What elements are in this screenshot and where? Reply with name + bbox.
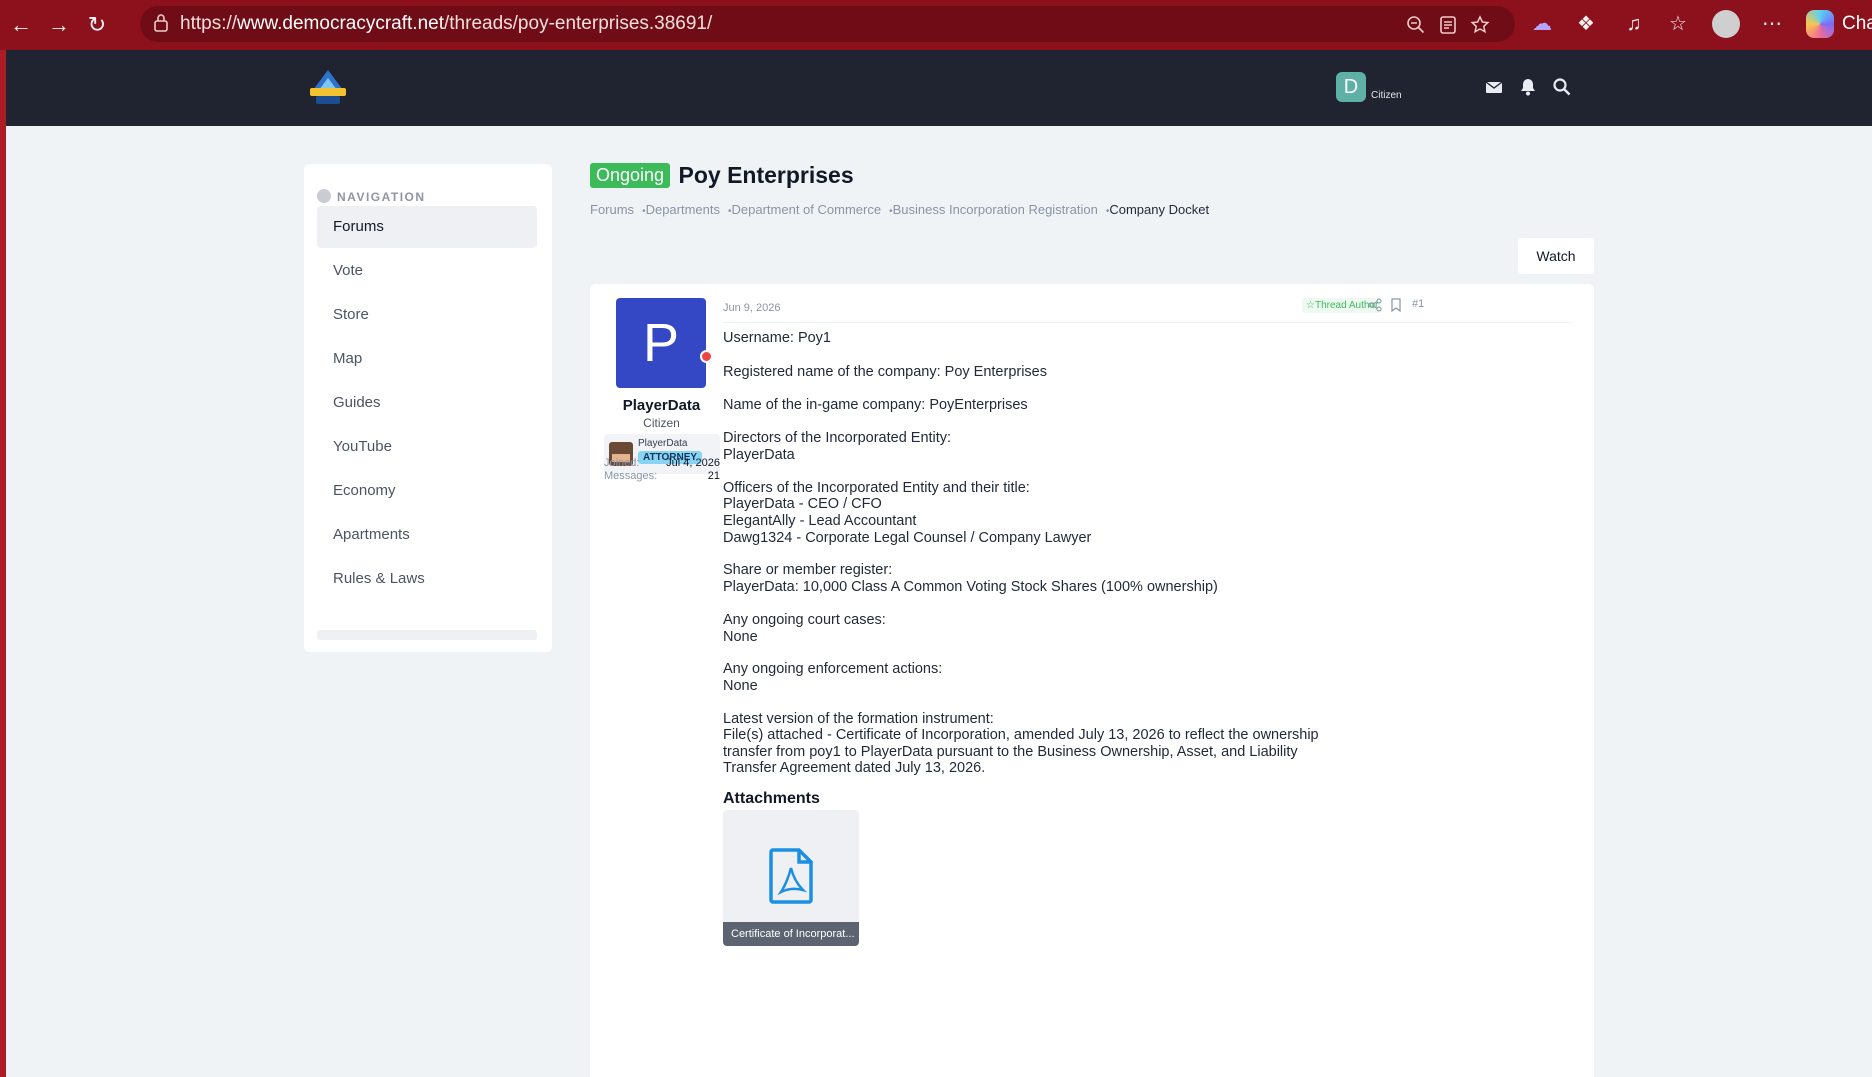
messages-label: Messages: xyxy=(604,470,658,482)
post-line: Dawg1324 - Corporate Legal Counsel / Com… xyxy=(723,530,1092,546)
bookmark-icon[interactable] xyxy=(1389,298,1403,312)
url-text: https://www.democracycraft.net/threads/p… xyxy=(180,13,713,34)
chat-button[interactable]: Chat xyxy=(1842,13,1872,35)
favorites-icon[interactable]: ☆ xyxy=(1666,12,1690,36)
post-line: None xyxy=(723,678,758,694)
joined-value: Jul 4, 2026 xyxy=(666,457,720,469)
site-header: D Citizen xyxy=(6,50,1872,126)
status-badge[interactable]: Ongoing xyxy=(590,163,671,188)
post-line: Username: Poy1 xyxy=(723,330,831,346)
attachment-card[interactable]: Certificate of Incorporat... xyxy=(723,810,859,946)
back-icon[interactable]: ← xyxy=(8,12,34,38)
post-line: Any ongoing enforcement actions: xyxy=(723,661,943,677)
post-number[interactable]: #1 xyxy=(1412,298,1424,310)
media-control-icon[interactable]: ♫ xyxy=(1622,12,1646,36)
more-menu-icon[interactable]: ⋯ xyxy=(1760,12,1784,36)
online-status-indicator xyxy=(700,350,713,363)
poster-avatar[interactable]: P xyxy=(616,298,706,388)
nav-item-guides[interactable]: Guides xyxy=(317,382,537,424)
breadcrumb-forums[interactable]: Forums xyxy=(590,202,634,217)
forward-icon[interactable]: → xyxy=(46,12,72,38)
post-line: Directors of the Incorporated Entity: xyxy=(723,430,952,446)
breadcrumb-departments[interactable]: Departments xyxy=(646,202,720,217)
post-line: Registered name of the company: Poy Ente… xyxy=(723,364,1047,380)
nav-item-apartments[interactable]: Apartments xyxy=(317,514,537,556)
zoom-out-icon[interactable] xyxy=(1406,15,1426,35)
poster-username[interactable]: PlayerData xyxy=(590,397,733,414)
favorite-star-icon[interactable] xyxy=(1470,15,1490,35)
navigation-icon xyxy=(317,189,331,203)
nav-item-rules-laws[interactable]: Rules & Laws xyxy=(317,558,537,600)
nav-item-vote[interactable]: Vote xyxy=(317,250,537,292)
browser-toolbar: ← → ↻ https://www.democracycraft.net/thr… xyxy=(0,0,1872,50)
post-line: Officers of the Incorporated Entity and … xyxy=(723,480,1030,496)
reader-view-icon[interactable] xyxy=(1438,15,1458,35)
post-divider xyxy=(723,322,1572,323)
navigation-sidebar: NAVIGATION Forums Vote Store Map Guides … xyxy=(304,164,552,652)
post-container: P PlayerData Citizen PlayerData ATTORNEY… xyxy=(590,284,1594,1077)
post-line: PlayerData xyxy=(723,447,795,463)
attachment-filename[interactable]: Certificate of Incorporat... xyxy=(723,922,859,946)
nav-item-forums[interactable]: Forums xyxy=(317,206,537,248)
address-bar[interactable]: https://www.democracycraft.net/threads/p… xyxy=(140,6,1515,42)
post-line: PlayerData - CEO / CFO xyxy=(723,496,882,512)
bell-icon[interactable] xyxy=(1518,77,1538,97)
share-icon[interactable] xyxy=(1368,298,1382,312)
post-line: Share or member register: xyxy=(723,562,893,578)
mail-icon[interactable] xyxy=(1484,77,1504,97)
thread-title-row: Ongoing Poy Enterprises xyxy=(590,162,854,192)
breadcrumb: Forums •Departments •Department of Commerc… xyxy=(590,202,1209,217)
breadcrumb-business-incorporation[interactable]: Business Incorporation Registration xyxy=(893,202,1098,217)
sidebar-footer-bar xyxy=(317,630,537,640)
navigation-title: NAVIGATION xyxy=(337,190,426,204)
search-icon[interactable] xyxy=(1552,77,1572,97)
messages-value[interactable]: 21 xyxy=(708,470,720,482)
post-line: Latest version of the formation instrume… xyxy=(723,711,994,727)
post-line: File(s) attached - Certificate of Incorp… xyxy=(723,727,1319,743)
poster-title: Citizen xyxy=(643,416,680,430)
nav-item-youtube[interactable]: YouTube xyxy=(317,426,537,468)
page-viewport: D Citizen NAVIGATION Forums Vote Store M… xyxy=(6,50,1872,1077)
watch-button[interactable]: Watch xyxy=(1518,238,1594,274)
post-line: Any ongoing court cases: xyxy=(723,612,886,628)
user-title[interactable]: Citizen xyxy=(1371,90,1402,101)
banner-name: PlayerData xyxy=(638,438,688,449)
reload-icon[interactable]: ↻ xyxy=(84,12,110,38)
nav-item-store[interactable]: Store xyxy=(317,294,537,336)
page-title: Poy Enterprises xyxy=(678,162,854,188)
post-line: None xyxy=(723,629,758,645)
lock-icon xyxy=(154,14,168,32)
extensions-puzzle-icon[interactable]: ❖ xyxy=(1574,12,1598,36)
post-line: transfer from poy1 to PlayerData pursuan… xyxy=(723,744,1298,760)
nav-item-map[interactable]: Map xyxy=(317,338,537,380)
post-line: ElegantAlly - Lead Accountant xyxy=(723,513,917,529)
copilot-icon[interactable] xyxy=(1806,10,1834,38)
profile-avatar-icon[interactable] xyxy=(1712,10,1740,38)
post-line: Transfer Agreement dated July 13, 2026. xyxy=(723,760,986,776)
extension-game-icon[interactable]: ☁ xyxy=(1530,12,1554,36)
post-date[interactable]: Jun 9, 2026 xyxy=(723,302,781,314)
post-line: PlayerData: 10,000 Class A Common Voting… xyxy=(723,579,1218,595)
nav-item-economy[interactable]: Economy xyxy=(317,470,537,512)
breadcrumb-department-of-commerce[interactable]: Department of Commerce xyxy=(732,202,882,217)
breadcrumb-company-docket[interactable]: Company Docket xyxy=(1109,202,1209,217)
post-line: Name of the in-game company: PoyEnterpri… xyxy=(723,397,1028,413)
joined-label: Joined: xyxy=(604,457,640,469)
democracycraft-logo[interactable] xyxy=(306,66,350,106)
pdf-file-icon xyxy=(769,848,813,904)
attachments-title: Attachments xyxy=(723,790,820,807)
user-avatar[interactable]: D xyxy=(1336,72,1366,102)
